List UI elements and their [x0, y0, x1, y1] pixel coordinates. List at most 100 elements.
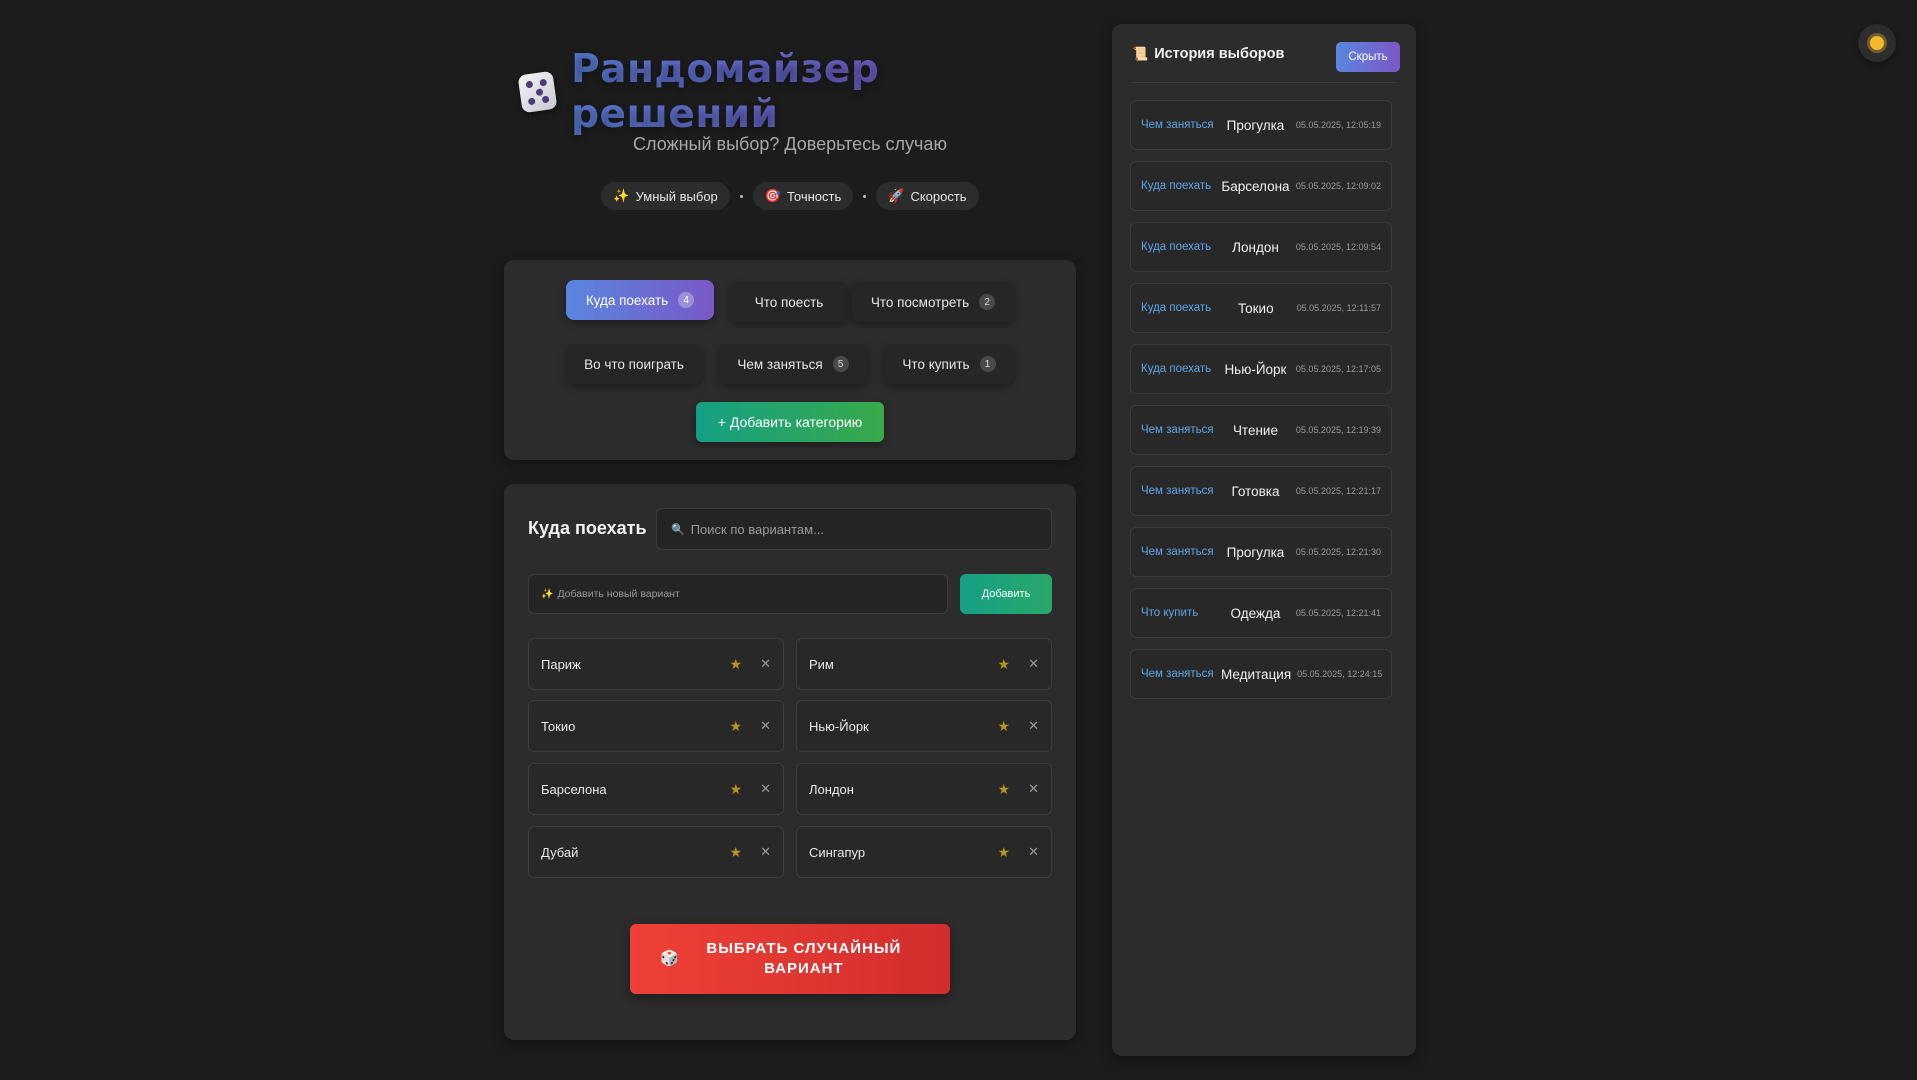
add-option-button[interactable]: Добавить	[960, 574, 1052, 614]
history-timestamp: 05.05.2025, 12:21:17	[1295, 486, 1381, 496]
category-button-food[interactable]: Что поесть	[730, 282, 848, 322]
option-item: Сингапур ★ ✕	[796, 826, 1052, 878]
search-field[interactable]: 🔍	[656, 508, 1052, 550]
remove-icon[interactable]: ✕	[760, 844, 771, 860]
star-icon[interactable]: ★	[730, 781, 743, 798]
star-icon[interactable]: ★	[730, 656, 743, 673]
history-item: Чем заняться Медитация 05.05.2025, 12:24…	[1130, 649, 1392, 699]
sparkles-icon: ✨	[613, 188, 630, 203]
option-item: Лондон ★ ✕	[796, 763, 1052, 815]
history-timestamp: 05.05.2025, 12:24:15	[1297, 669, 1383, 679]
remove-icon[interactable]: ✕	[1028, 844, 1039, 860]
star-icon[interactable]: ★	[998, 718, 1011, 735]
search-icon: 🔍	[671, 522, 685, 536]
pick-random-button[interactable]: 🎲 ВЫБРАТЬ СЛУЧАЙНЫЙ ВАРИАНТ	[630, 924, 950, 994]
history-category: Чем заняться	[1141, 485, 1214, 497]
history-timestamp: 05.05.2025, 12:09:02	[1295, 181, 1381, 191]
target-icon: 🎯	[764, 188, 781, 203]
rocket-icon: 🚀	[888, 188, 905, 203]
history-timestamp: 05.05.2025, 12:05:19	[1295, 120, 1381, 130]
history-value: Лондон	[1232, 239, 1279, 255]
feature-badge-speed: 🚀 Скорость	[876, 182, 979, 210]
add-category-button[interactable]: + Добавить категорию	[696, 402, 884, 442]
history-value: Прогулка	[1226, 544, 1285, 560]
category-button-watch[interactable]: Что посмотреть 2	[852, 282, 1014, 322]
history-category: Что купить	[1141, 607, 1199, 619]
option-item: Нью-Йорк ★ ✕	[796, 700, 1052, 752]
remove-icon[interactable]: ✕	[760, 718, 771, 734]
option-item: Токио ★ ✕	[528, 700, 784, 752]
pick-random-label: ВЫБРАТЬ СЛУЧАЙНЫЙ ВАРИАНТ	[706, 940, 902, 977]
history-item: Куда поехать Токио 05.05.2025, 12:11:57	[1130, 283, 1392, 333]
category-count-badge: 2	[979, 294, 996, 310]
category-label: Что посмотреть	[870, 294, 970, 310]
history-panel: 📜 История выборов Скрыть Чем заняться Пр…	[1112, 24, 1416, 1056]
history-timestamp: 05.05.2025, 12:19:39	[1295, 425, 1381, 435]
category-count-badge: 1	[979, 356, 996, 372]
history-category: Чем заняться	[1141, 424, 1214, 436]
remove-icon[interactable]: ✕	[1028, 781, 1039, 797]
star-icon[interactable]: ★	[730, 844, 743, 861]
history-category: Куда поехать	[1141, 363, 1212, 375]
divider	[1130, 82, 1398, 83]
history-item: Чем заняться Прогулка 05.05.2025, 12:21:…	[1130, 527, 1392, 577]
history-timestamp: 05.05.2025, 12:17:05	[1295, 364, 1381, 374]
history-header: 📜 История выборов	[1132, 46, 1284, 62]
history-timestamp: 05.05.2025, 12:09:54	[1295, 242, 1381, 252]
star-icon[interactable]: ★	[998, 781, 1011, 798]
app-header: Рандомайзер решений	[517, 47, 1060, 137]
star-icon[interactable]: ★	[730, 718, 743, 735]
hide-history-button[interactable]: Скрыть	[1336, 42, 1400, 72]
history-value: Медитация	[1221, 666, 1292, 682]
new-option-field[interactable]: ✨	[528, 574, 948, 614]
history-category: Чем заняться	[1141, 546, 1214, 558]
option-label: Нью-Йорк	[809, 718, 869, 734]
history-item: Куда поехать Лондон 05.05.2025, 12:09:54	[1130, 222, 1392, 272]
option-label: Рим	[809, 656, 834, 672]
remove-icon[interactable]: ✕	[760, 656, 771, 672]
options-panel: Куда поехать 🔍 ✨ Добавить Париж ★ ✕ Рим …	[504, 484, 1076, 1040]
history-item: Куда поехать Нью-Йорк 05.05.2025, 12:17:…	[1130, 344, 1392, 394]
category-label: Что поесть	[754, 294, 824, 310]
history-item: Чем заняться Чтение 05.05.2025, 12:19:39	[1130, 405, 1392, 455]
option-item: Рим ★ ✕	[796, 638, 1052, 690]
feature-label: Умный выбор	[635, 188, 718, 204]
star-icon[interactable]: ★	[998, 656, 1011, 673]
option-label: Сингапур	[809, 844, 866, 860]
new-option-input[interactable]	[557, 588, 947, 600]
history-item: Чем заняться Готовка 05.05.2025, 12:21:1…	[1130, 466, 1392, 516]
category-count-badge: 4	[678, 292, 695, 308]
feature-separator	[863, 194, 867, 198]
category-label: Чем заняться	[737, 356, 823, 372]
category-button-travel[interactable]: Куда поехать 4	[566, 280, 714, 320]
theme-toggle-button[interactable]	[1858, 24, 1896, 62]
category-label: Что купить	[902, 356, 970, 372]
history-timestamp: 05.05.2025, 12:11:57	[1296, 303, 1381, 313]
history-timestamp: 05.05.2025, 12:21:30	[1295, 547, 1381, 557]
feature-label: Скорость	[910, 188, 967, 204]
scroll-icon: 📜	[1132, 46, 1149, 61]
category-count-badge: 5	[832, 356, 849, 372]
sparkles-icon: ✨	[541, 588, 554, 600]
remove-icon[interactable]: ✕	[1028, 656, 1039, 672]
options-title: Куда поехать	[528, 518, 647, 538]
history-value: Одежда	[1230, 605, 1281, 621]
feature-list: ✨ Умный выбор 🎯 Точность 🚀 Скорость	[500, 182, 1080, 210]
remove-icon[interactable]: ✕	[1028, 718, 1039, 734]
page-subtitle: Сложный выбор? Доверьтесь случаю	[633, 134, 947, 154]
history-value: Прогулка	[1226, 117, 1285, 133]
option-label: Лондон	[809, 781, 854, 797]
history-timestamp: 05.05.2025, 12:21:41	[1295, 608, 1381, 618]
history-value: Токио	[1237, 300, 1274, 316]
history-value: Чтение	[1232, 422, 1278, 438]
remove-icon[interactable]: ✕	[760, 781, 771, 797]
category-button-shopping[interactable]: Что купить 1	[884, 344, 1014, 384]
search-input[interactable]	[690, 521, 1051, 537]
star-icon[interactable]: ★	[998, 844, 1011, 861]
option-label: Барселона	[541, 781, 607, 797]
category-label: Во что поиграть	[584, 356, 684, 372]
category-button-activities[interactable]: Чем заняться 5	[718, 344, 868, 384]
page-title: Рандомайзер решений	[571, 47, 1060, 137]
category-button-games[interactable]: Во что поиграть	[566, 344, 702, 384]
history-item: Куда поехать Барселона 05.05.2025, 12:09…	[1130, 161, 1392, 211]
